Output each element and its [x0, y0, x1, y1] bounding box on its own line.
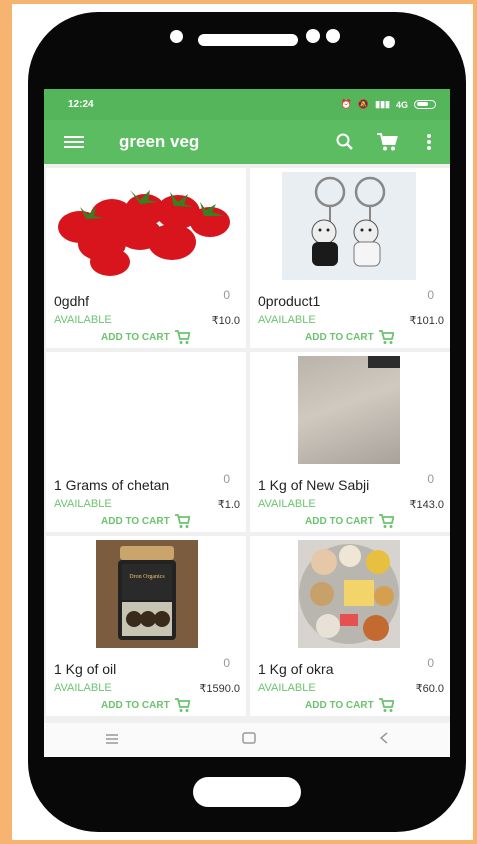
alarm-icon: ⏰ [340, 99, 352, 109]
availability-label: AVAILABLE [258, 682, 316, 694]
mute-icon: 🔕 [357, 99, 370, 109]
product-price: ₹60.0 [415, 683, 444, 695]
app-screen: 12:24 ⏰ 🔕 ▮▮▮ 4G green veg 0gdhf 0 AVAIL… [44, 89, 450, 757]
cart-add-icon [378, 514, 394, 528]
product-price: ₹10.0 [211, 315, 240, 327]
product-price: ₹101.0 [409, 315, 444, 327]
product-card[interactable]: 1 Kg of New Sabji 0 AVAILABLE ₹143.0 ADD… [250, 352, 450, 532]
product-card[interactable]: 1 Grams of chetan 0 AVAILABLE ₹1.0 ADD T… [46, 352, 246, 532]
search-icon[interactable] [332, 129, 358, 155]
add-to-cart-label: ADD TO CART [305, 699, 374, 711]
product-price: ₹1590.0 [199, 683, 240, 695]
jar-brand-label: Dron Organics [129, 574, 165, 580]
system-nav-bar [44, 723, 450, 757]
product-name: 1 Grams of chetan [54, 477, 170, 493]
add-to-cart-label: ADD TO CART [305, 331, 374, 343]
product-name: 1 Kg of New Sabji [258, 477, 370, 493]
back-icon[interactable] [379, 731, 389, 749]
product-name: 1 Kg of oil [54, 661, 117, 677]
product-card[interactable]: Dron Organics 1 Kg of oil 0 AVAILABLE ₹1… [46, 536, 246, 716]
overflow-icon[interactable] [416, 129, 442, 155]
product-photo [298, 356, 400, 464]
add-to-cart-button[interactable]: ADD TO CART [101, 513, 190, 529]
speaker-grille [198, 34, 298, 46]
cart-add-icon [174, 698, 190, 712]
menu-icon[interactable] [64, 136, 84, 148]
thali-image [298, 540, 400, 648]
add-to-cart-button[interactable]: ADD TO CART [305, 513, 394, 529]
availability-label: AVAILABLE [258, 314, 316, 326]
product-card[interactable]: 1 Kg of okra 0 AVAILABLE ₹60.0 ADD TO CA… [250, 536, 450, 716]
battery-icon [414, 100, 436, 109]
availability-label: AVAILABLE [54, 682, 112, 694]
product-card[interactable]: 0product1 0 AVAILABLE ₹101.0 ADD TO CART [250, 168, 450, 348]
add-to-cart-button[interactable]: ADD TO CART [305, 329, 394, 345]
product-quantity: 0 [223, 288, 230, 302]
page-title: green veg [119, 132, 200, 151]
product-name: 0gdhf [54, 293, 90, 309]
status-bar: 12:24 ⏰ 🔕 ▮▮▮ 4G [44, 89, 450, 120]
add-to-cart-label: ADD TO CART [101, 699, 170, 711]
sensor-dot [306, 29, 320, 43]
app-toolbar: green veg [44, 120, 450, 164]
product-name: 0product1 [258, 293, 321, 309]
add-to-cart-button[interactable]: ADD TO CART [101, 697, 190, 713]
oil-jar-image: Dron Organics [96, 540, 198, 648]
product-price: ₹1.0 [217, 499, 240, 511]
front-camera [170, 30, 183, 43]
product-card[interactable]: 0gdhf 0 AVAILABLE ₹10.0 ADD TO CART [46, 168, 246, 348]
cart-add-icon [378, 698, 394, 712]
availability-label: AVAILABLE [258, 498, 316, 510]
strawberry-image [50, 172, 242, 280]
add-to-cart-button[interactable]: ADD TO CART [305, 697, 394, 713]
add-to-cart-label: ADD TO CART [101, 331, 170, 343]
cart-icon[interactable] [374, 129, 400, 155]
product-quantity: 0 [223, 472, 230, 486]
cart-add-icon [378, 330, 394, 344]
add-to-cart-label: ADD TO CART [305, 515, 374, 527]
product-quantity: 0 [427, 472, 434, 486]
recent-apps-icon[interactable] [105, 731, 119, 749]
cart-add-icon [174, 330, 190, 344]
product-name: 1 Kg of okra [258, 661, 334, 677]
network-type: 4G [395, 99, 408, 110]
availability-label: AVAILABLE [54, 314, 112, 326]
cart-add-icon [174, 514, 190, 528]
sensor-dot [326, 29, 340, 43]
keychain-image [282, 172, 416, 280]
status-time: 12:24 [68, 99, 94, 110]
add-to-cart-button[interactable]: ADD TO CART [101, 329, 190, 345]
sensor-dot [383, 36, 395, 48]
add-to-cart-label: ADD TO CART [101, 515, 170, 527]
product-quantity: 0 [223, 656, 230, 670]
signal-icon: ▮▮▮ [375, 99, 390, 109]
availability-label: AVAILABLE [54, 498, 112, 510]
home-button[interactable] [193, 777, 301, 807]
home-icon[interactable] [242, 731, 256, 749]
product-price: ₹143.0 [409, 499, 444, 511]
product-quantity: 0 [427, 288, 434, 302]
product-quantity: 0 [427, 656, 434, 670]
